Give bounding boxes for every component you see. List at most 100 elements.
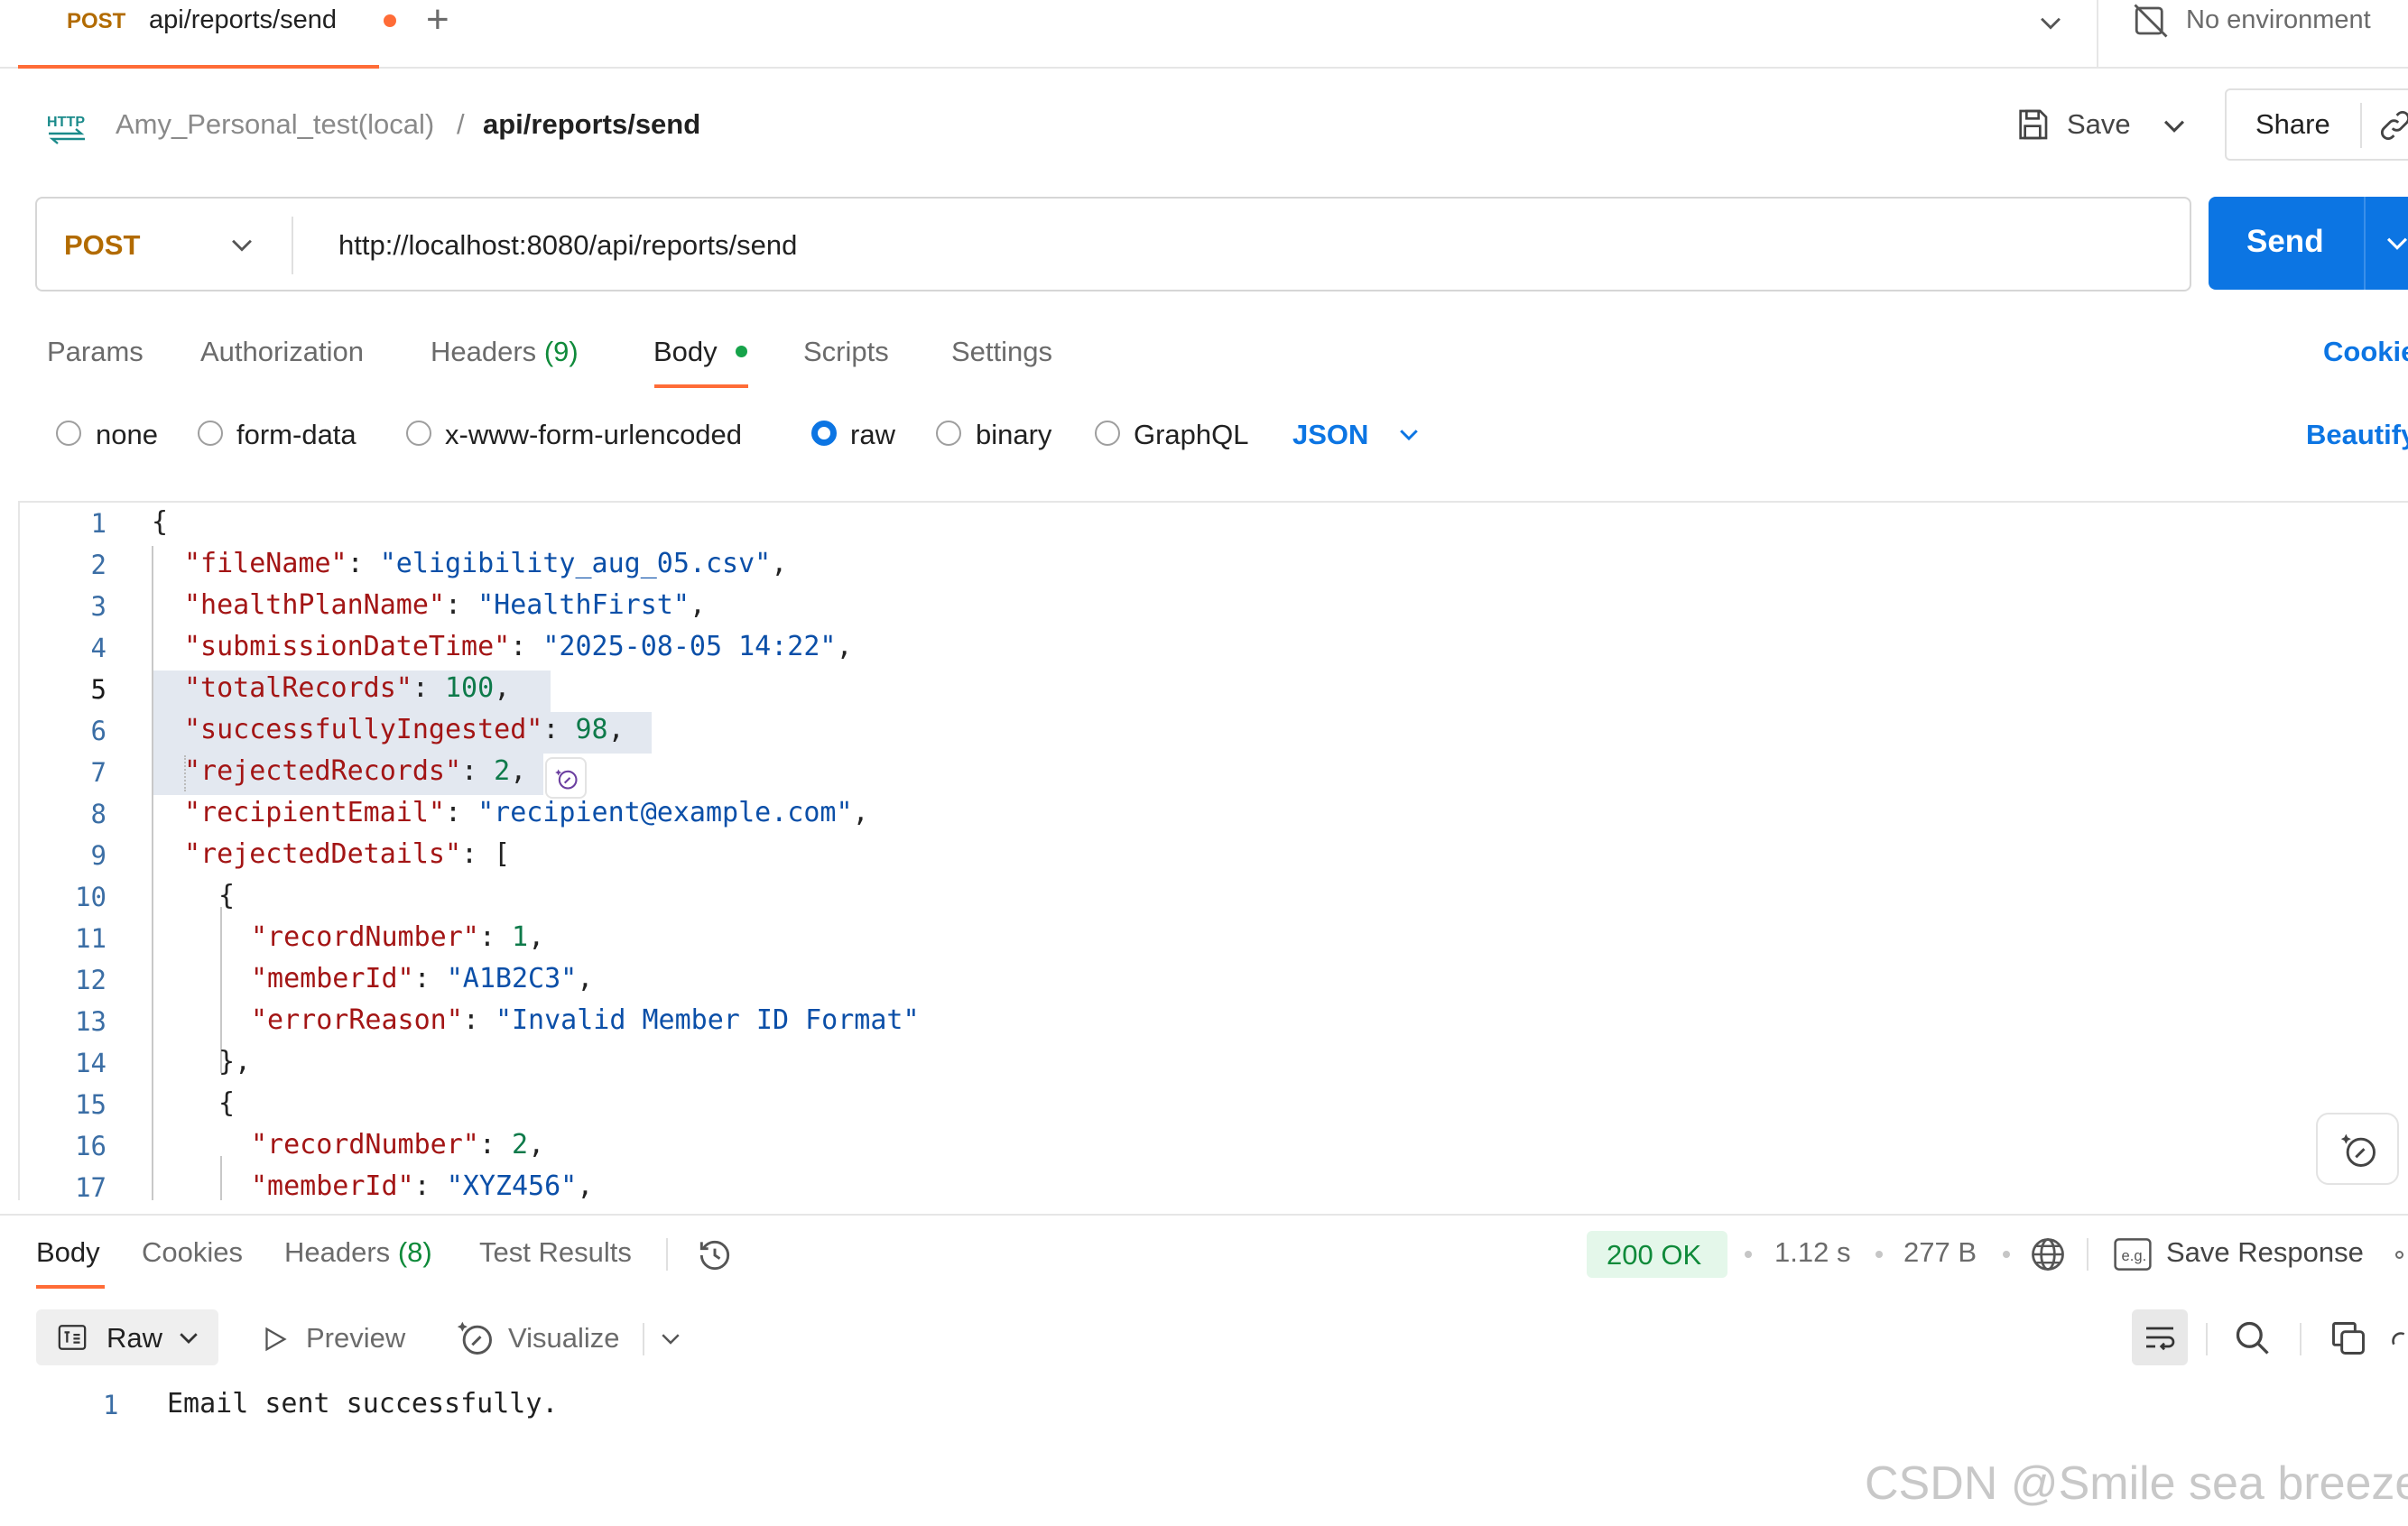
response-size[interactable]: 277 B [1903,1236,1977,1269]
code-text: { [152,506,169,538]
line-number: 5 [90,674,107,705]
copy-icon[interactable] [2329,1318,2368,1358]
code-text: "memberId": "A1B2C3", [251,963,594,994]
code-line: 3 "healthPlanName": "HealthFirst", [20,586,2408,627]
status-badge[interactable]: 200 OK [1587,1231,1727,1278]
radio-form-data-label[interactable]: form-data [236,419,357,451]
request-tab-active[interactable]: POST api/reports/send [18,0,396,69]
line-number: 17 [75,1172,107,1200]
code-line: 9 "rejectedDetails": [ [20,835,2408,876]
response-tab-headers-label: Headers [284,1236,391,1268]
breadcrumb-request-name[interactable]: api/reports/send [483,108,700,141]
language-chevron-down-icon[interactable] [1395,421,1422,448]
raw-text-icon [58,1325,87,1350]
wrap-lines-button[interactable] [2132,1309,2188,1365]
beautify-button[interactable]: Beautify [2306,419,2408,451]
send-label: Send [2246,224,2324,259]
preview-button[interactable]: Preview [306,1322,405,1355]
separator-dot [1745,1251,1752,1258]
visualize-button[interactable]: Visualize [508,1322,620,1355]
radio-none[interactable] [56,421,81,446]
play-icon[interactable] [259,1324,290,1355]
radio-graphql[interactable] [1095,421,1120,446]
json-key: "recordNumber" [251,921,479,953]
json-key: "totalRecords" [184,672,412,704]
tab-authorization[interactable]: Authorization [200,336,364,368]
environment-selector[interactable]: No environment [2186,5,2371,35]
search-icon[interactable] [2233,1318,2273,1358]
json-key: "rejectedDetails" [184,838,462,870]
link-icon[interactable] [2390,1324,2408,1355]
response-time[interactable]: 1.12 s [1774,1236,1850,1269]
radio-urlencoded[interactable] [406,421,431,446]
divider [2206,1323,2208,1355]
inline-ai-assist-button[interactable] [545,757,587,799]
copy-link-icon[interactable] [2378,108,2408,143]
response-tab-headers[interactable]: Headers (8) [284,1236,432,1269]
separator-dot [2003,1251,2010,1258]
line-number: 1 [90,508,107,539]
no-environment-icon[interactable] [2132,2,2170,40]
tab-settings[interactable]: Settings [951,336,1052,368]
url-input[interactable]: http://localhost:8080/api/reports/send [338,229,797,262]
save-button[interactable]: Save [2067,108,2131,141]
history-icon[interactable] [695,1235,735,1275]
watermark: CSDN @Smile sea breeze [1865,1457,2408,1510]
save-options-chevron-down-icon[interactable] [2159,110,2190,141]
json-number: 2 [494,755,511,787]
visualize-sparkle-icon[interactable] [456,1318,495,1358]
divider [2097,0,2098,69]
code-line: 11 "recordNumber": 1, [20,918,2408,959]
language-selector[interactable]: JSON [1292,419,1368,451]
response-tab-cookies[interactable]: Cookies [142,1236,243,1269]
save-icon[interactable] [2014,106,2051,143]
save-response-button[interactable]: Save Response [2166,1236,2364,1269]
floating-ai-assist-button[interactable] [2316,1113,2399,1185]
radio-raw[interactable] [811,421,837,446]
radio-binary[interactable] [936,421,961,446]
wrap-lines-icon [2146,1327,2175,1351]
request-body-editor[interactable]: 1 { 2 "fileName": "eligibility_aug_05.cs… [18,501,2408,1200]
send-button[interactable]: Send [2209,197,2408,290]
breadcrumb-workspace[interactable]: Amy_Personal_test(local) [116,108,434,141]
tab-headers[interactable]: Headers (9) [431,336,579,368]
code-line: 17 "memberId": "XYZ456", [20,1167,2408,1200]
tab-params[interactable]: Params [47,336,144,368]
response-format-selector[interactable]: Raw [36,1309,218,1365]
line-number: 13 [75,1006,107,1037]
radio-urlencoded-label[interactable]: x-www-form-urlencoded [445,419,742,451]
code-line: 5 "totalRecords": 100, [20,669,2408,710]
more-options-icon[interactable] [2395,1251,2403,1259]
code-text: "recordNumber": 1, [251,921,545,953]
line-number: 2 [90,550,107,580]
tab-scripts[interactable]: Scripts [803,336,889,368]
tab-title: api/reports/send [149,5,337,34]
tab-body[interactable]: Body [653,336,718,368]
response-tab-body[interactable]: Body [36,1236,100,1269]
method-selector[interactable]: POST [64,229,140,262]
example-icon[interactable]: e.g. [2114,1238,2152,1271]
svg-text:e.g.: e.g. [2122,1247,2147,1264]
new-tab-button[interactable]: + [426,0,449,40]
radio-binary-label[interactable]: binary [976,419,1051,451]
response-tab-test-results[interactable]: Test Results [479,1236,632,1269]
response-body-text[interactable]: Email sent successfully. [167,1388,558,1420]
visualize-chevron-down-icon[interactable] [657,1325,684,1352]
send-options-chevron-down-icon[interactable] [2382,227,2408,258]
line-number: 4 [90,633,107,663]
divider [2364,197,2366,290]
cookies-link[interactable]: Cookies [2323,336,2408,368]
code-line: 1 { [20,503,2408,544]
ai-sparkle-icon [555,769,578,790]
json-string: "eligibility_aug_05.csv" [379,548,772,579]
globe-icon[interactable] [2028,1235,2068,1274]
radio-graphql-label[interactable]: GraphQL [1134,419,1249,451]
share-button[interactable]: Share [2225,88,2408,161]
radio-form-data[interactable] [198,421,223,446]
radio-none-label[interactable]: none [96,419,158,451]
radio-raw-label[interactable]: raw [850,419,895,451]
json-string: "A1B2C3" [446,963,578,994]
method-chevron-down-icon[interactable] [227,229,257,260]
svg-text:HTTP: HTTP [47,115,85,130]
tabs-dropdown-icon[interactable] [2035,7,2066,38]
